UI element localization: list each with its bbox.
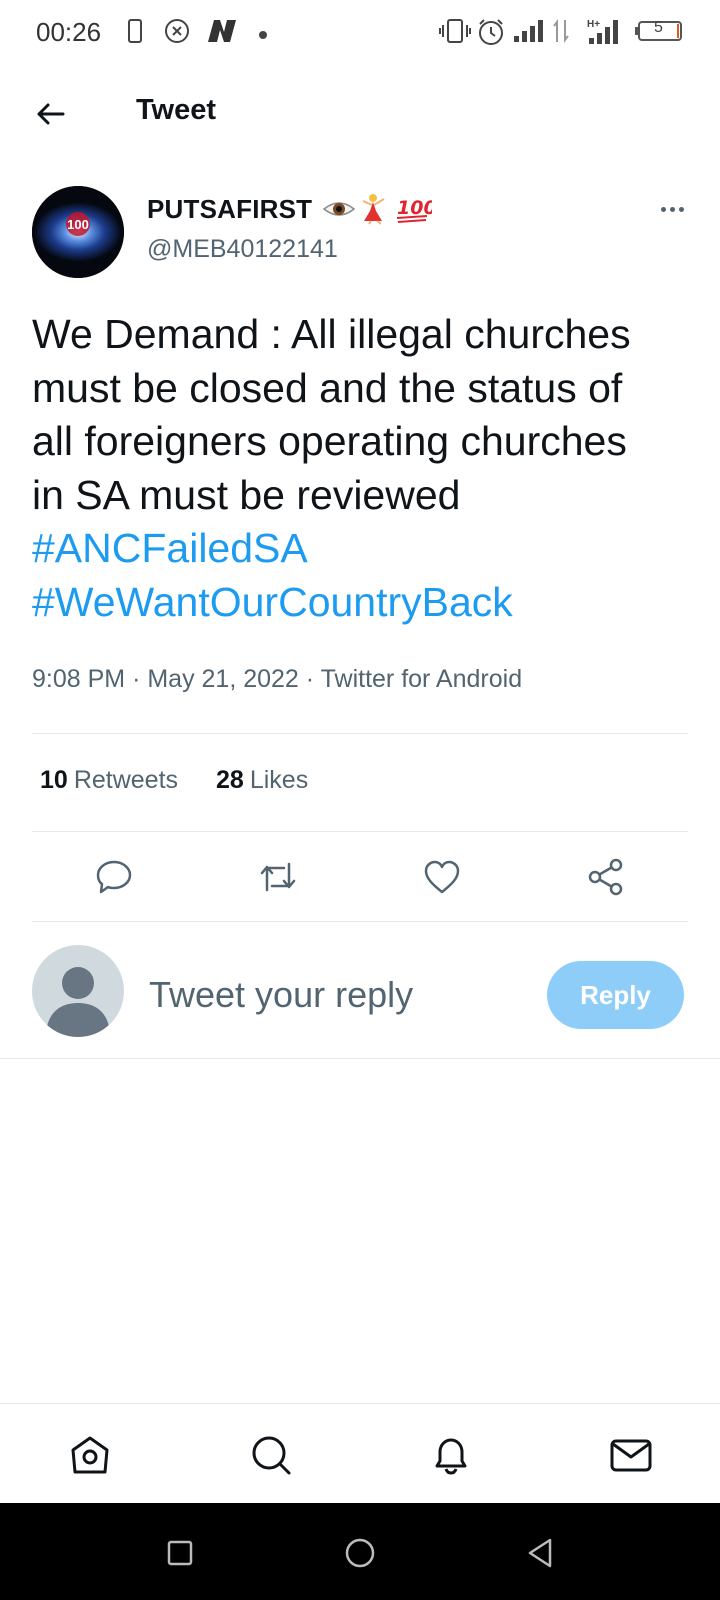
phone-outline-icon <box>127 18 143 49</box>
home-system-button[interactable] <box>342 1535 378 1571</box>
battery-icon: 5 <box>634 18 684 49</box>
tweet-date: May 21, 2022 <box>147 665 299 693</box>
recents-button[interactable] <box>162 1535 198 1571</box>
hashtag-link[interactable]: #WeWantOurCountryBack <box>32 576 702 630</box>
nav-messages[interactable] <box>606 1430 656 1480</box>
divider <box>32 733 688 734</box>
bottom-navigation <box>0 1403 720 1503</box>
tweet-actions <box>0 852 720 902</box>
tweet-stats: 10 Retweets 28 Likes <box>40 766 308 795</box>
more-options-button[interactable] <box>650 196 694 222</box>
page-title: Tweet <box>136 94 217 126</box>
name-emojis: 100 <box>322 193 432 225</box>
divider <box>0 1058 720 1059</box>
bell-icon <box>435 1438 467 1475</box>
status-bar: 00:26 H+ 5 <box>0 0 720 64</box>
heart-icon <box>424 860 460 894</box>
nav-search[interactable] <box>246 1430 296 1480</box>
nav-home[interactable] <box>65 1430 115 1480</box>
default-user-icon <box>46 967 110 1037</box>
divider <box>32 921 688 922</box>
more-dot <box>669 206 675 212</box>
more-dot <box>678 206 684 212</box>
circle-icon <box>345 1538 375 1568</box>
divider <box>32 831 688 832</box>
hplus-signal-icon: H+ <box>587 18 625 51</box>
author-name: PUTSAFIRST <box>147 193 313 224</box>
tweet-text: We Demand : All illegal churches must be… <box>32 308 702 629</box>
tweet-text-line: all foreigners operating churches <box>32 418 627 464</box>
retweet-action-button[interactable] <box>253 852 303 902</box>
author-avatar[interactable]: 100 <box>32 186 124 278</box>
back-button[interactable] <box>28 92 72 136</box>
meta-separator: · <box>132 665 141 693</box>
likes-label: Likes <box>249 766 309 794</box>
svg-text:100: 100 <box>67 217 89 232</box>
nav-notifications[interactable] <box>426 1430 476 1480</box>
comment-icon <box>96 860 132 894</box>
battery-level: 5 <box>654 19 663 36</box>
status-time: 00:26 <box>36 17 102 47</box>
reply-button[interactable]: Reply <box>547 961 684 1029</box>
alarm-icon <box>477 18 505 51</box>
svg-text:H+: H+ <box>587 19 600 30</box>
hashtag-link[interactable]: #ANCFailedSA <box>32 522 702 576</box>
search-icon <box>252 1436 291 1475</box>
vibrate-icon <box>438 18 472 49</box>
retweet-icon <box>260 862 296 892</box>
signal-icon <box>512 18 546 49</box>
tweet-source[interactable]: Twitter for Android <box>321 665 522 693</box>
dancer-icon <box>362 194 385 225</box>
share-icon <box>588 858 623 896</box>
retweets-stat[interactable]: 10 Retweets <box>40 766 178 795</box>
current-user-avatar <box>32 945 124 1037</box>
dot-icon <box>258 27 268 45</box>
tweet-text-line: We Demand : All illegal churches <box>32 311 631 357</box>
author-handle[interactable]: @MEB40122141 <box>147 235 338 264</box>
home-icon <box>71 1436 109 1474</box>
eye-icon <box>323 202 356 216</box>
back-system-button[interactable] <box>522 1535 558 1571</box>
close-circle-icon <box>164 18 190 49</box>
author-name-row[interactable]: PUTSAFIRST 100 <box>147 193 432 225</box>
retweets-count: 10 <box>40 766 68 794</box>
hundred-points-icon: 100 <box>397 197 432 223</box>
tweet-time: 9:08 PM <box>32 665 126 693</box>
square-icon <box>167 1540 193 1566</box>
likes-stat[interactable]: 28 Likes <box>216 766 308 795</box>
reply-action-button[interactable] <box>89 852 139 902</box>
tweet-text-line: in SA must be reviewed <box>32 471 461 518</box>
meta-separator: · <box>305 665 315 693</box>
arrow-left-icon <box>37 103 65 125</box>
more-dot <box>660 206 666 212</box>
reply-input[interactable]: Tweet your reply <box>149 974 413 1016</box>
tweet-meta: 9:08 PM · May 21, 2022 · Twitter for And… <box>32 665 522 694</box>
likes-count: 28 <box>216 766 244 794</box>
system-navigation-bar <box>0 1503 720 1600</box>
top-bar: Tweet <box>0 72 720 152</box>
news-app-icon <box>206 18 238 49</box>
tweet-text-line: must be closed and the status of <box>32 364 623 411</box>
mail-icon <box>610 1439 652 1472</box>
share-action-button[interactable] <box>581 852 631 902</box>
back-triangle-icon <box>528 1538 552 1568</box>
data-arrows-icon <box>552 18 570 49</box>
retweets-label: Retweets <box>73 766 179 794</box>
like-action-button[interactable] <box>417 852 467 902</box>
